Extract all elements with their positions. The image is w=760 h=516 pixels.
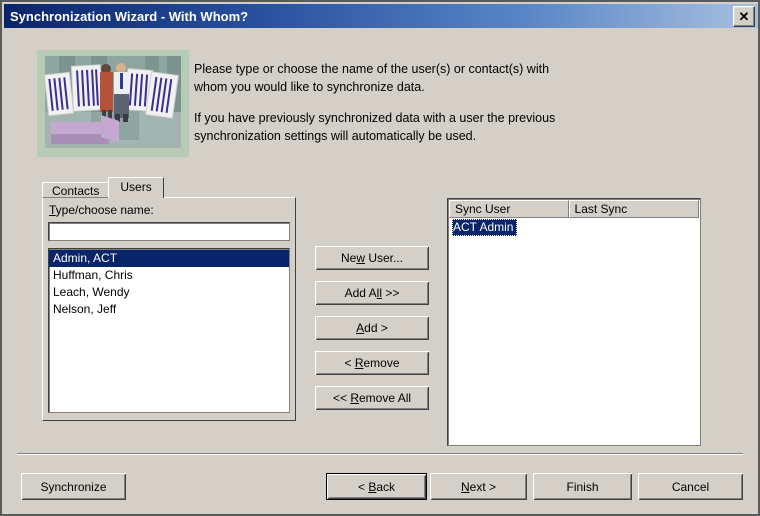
- btn-post: User...: [365, 251, 404, 265]
- dialog-window: Synchronization Wizard - With Whom? ✕ Pl…: [0, 0, 760, 516]
- wizard-illustration: [37, 50, 189, 157]
- title-bar: Synchronization Wizard - With Whom? ✕: [4, 4, 758, 28]
- btn-post: emove All: [359, 391, 412, 405]
- list-item[interactable]: Huffman, Chris: [49, 267, 289, 284]
- column-header-last-sync[interactable]: Last Sync: [568, 200, 699, 218]
- dialog-client-area: Please type or choose the name of the us…: [4, 28, 758, 514]
- btn-post: ext >: [469, 479, 497, 494]
- table-row[interactable]: ACT Admin: [448, 219, 700, 236]
- btn-mnemonic: A: [356, 321, 365, 335]
- tab-users[interactable]: Users: [108, 177, 164, 198]
- users-tab-panel: Type/choose name: Admin, ACT Huffman, Ch…: [42, 197, 296, 421]
- btn-post: Synchronize: [40, 479, 107, 494]
- remove-button[interactable]: < Remove: [315, 351, 429, 375]
- tab-strip: Contacts Users: [42, 177, 164, 198]
- btn-pre: Add A: [344, 286, 377, 300]
- tab-contacts[interactable]: Contacts: [42, 182, 110, 198]
- btn-pre: Ne: [340, 251, 357, 265]
- available-users-list[interactable]: Admin, ACT Huffman, Chris Leach, Wendy N…: [48, 248, 290, 413]
- btn-mnemonic: w: [356, 251, 365, 265]
- remove-all-button[interactable]: << Remove All: [315, 386, 429, 410]
- list-item[interactable]: Nelson, Jeff: [49, 301, 289, 318]
- btn-post: Finish: [566, 479, 599, 494]
- instruction-text: Please type or choose the name of the us…: [194, 60, 584, 145]
- btn-post: emove: [363, 356, 400, 370]
- finish-button[interactable]: Finish: [533, 473, 632, 500]
- listview-header: Sync User Last Sync: [449, 200, 699, 218]
- close-icon[interactable]: ✕: [733, 6, 755, 27]
- btn-pre: <<: [332, 391, 351, 405]
- btn-mnemonic: N: [460, 479, 470, 494]
- list-item[interactable]: Leach, Wendy: [49, 284, 289, 301]
- name-field-label-mnemonic: T: [49, 203, 56, 217]
- next-button[interactable]: Next >: [430, 473, 527, 500]
- list-item[interactable]: Admin, ACT: [49, 250, 289, 267]
- add-button[interactable]: Add >: [315, 316, 429, 340]
- btn-post: ack: [376, 479, 396, 494]
- name-input[interactable]: [48, 222, 290, 241]
- add-all-button[interactable]: Add All >>: [315, 281, 429, 305]
- sync-users-listview[interactable]: Sync User Last Sync ACT Admin: [447, 198, 701, 446]
- name-field-label-rest: ype/choose name:: [55, 203, 154, 217]
- btn-pre: <: [357, 479, 369, 494]
- btn-post: >>: [382, 286, 400, 300]
- btn-post: Cancel: [671, 479, 710, 494]
- sync-user-cell[interactable]: ACT Admin: [452, 219, 518, 236]
- cancel-button[interactable]: Cancel: [638, 473, 743, 500]
- divider: [17, 453, 743, 455]
- column-header-sync-user[interactable]: Sync User: [449, 200, 569, 218]
- btn-mnemonic: R: [350, 391, 359, 405]
- back-button[interactable]: < Back: [326, 473, 427, 500]
- synchronize-button[interactable]: Synchronize: [21, 473, 126, 500]
- window-title: Synchronization Wizard - With Whom?: [10, 8, 249, 24]
- name-field-label: Type/choose name:: [49, 203, 154, 217]
- btn-pre: <: [344, 356, 355, 370]
- instruction-paragraph-1: Please type or choose the name of the us…: [194, 62, 550, 94]
- btn-post: dd >: [364, 321, 388, 335]
- transfer-button-group: New User... Add All >> Add > < Remove <<…: [315, 246, 429, 421]
- instruction-paragraph-2: If you have previously synchronized data…: [194, 111, 556, 143]
- new-user-button[interactable]: New User...: [315, 246, 429, 270]
